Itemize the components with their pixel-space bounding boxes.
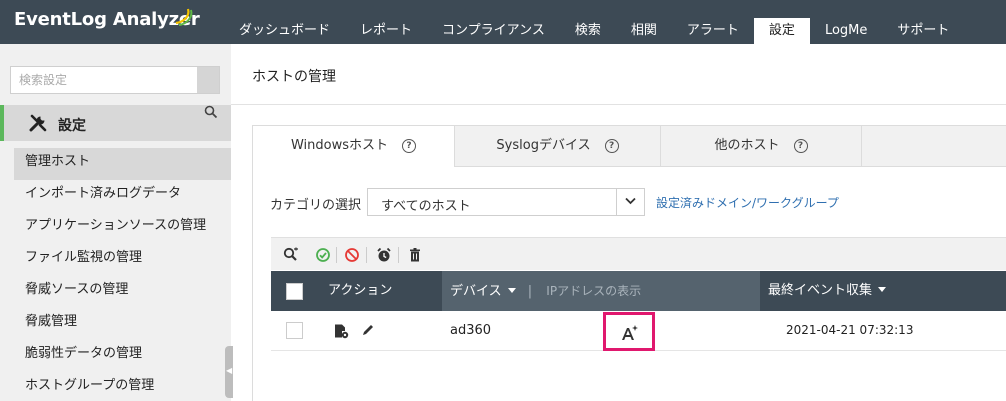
header-device-cell: デバイス | IPアドレスの表示 — [442, 271, 760, 311]
chevron-left-icon: ◀ — [226, 366, 233, 375]
menu-vulnerability-data[interactable]: 脆弱性データの管理 — [14, 340, 231, 372]
menu-app-sources[interactable]: アプリケーションソースの管理 — [14, 212, 231, 244]
toolbar-divider — [336, 247, 337, 263]
nav-reports[interactable]: レポート — [345, 18, 427, 44]
header-device[interactable]: デバイス | IPアドレスの表示 — [450, 271, 641, 311]
category-select-toggle[interactable] — [616, 189, 644, 215]
header-last-event[interactable]: 最終イベント収集 — [768, 271, 887, 311]
help-icon[interactable]: ? — [793, 139, 808, 153]
settings-search-input[interactable] — [11, 67, 197, 93]
table-row: ad360 2021-04-21 07:32:13 — [271, 311, 1006, 351]
category-select-value: すべてのホスト — [381, 199, 471, 214]
menu-imported-logs[interactable]: インポート済みログデータ — [14, 180, 231, 212]
menu-threat-management[interactable]: 脅威管理 — [14, 308, 231, 340]
settings-search-button[interactable] — [197, 67, 219, 93]
nav-compliance[interactable]: コンプライアンス — [427, 18, 560, 44]
enable-icon[interactable] — [315, 247, 331, 263]
config-icon[interactable] — [333, 323, 349, 339]
header-action: アクション — [328, 283, 393, 298]
header-device-label: デバイス — [450, 284, 502, 299]
highlighted-action[interactable] — [603, 312, 655, 351]
search-icon[interactable] — [204, 105, 218, 119]
row-checkbox[interactable] — [286, 322, 303, 339]
logo-swoosh-icon — [175, 8, 193, 26]
search-filter-icon[interactable] — [283, 247, 299, 263]
nav-support[interactable]: サポート — [882, 18, 964, 44]
category-select[interactable]: すべてのホスト — [367, 188, 645, 216]
header-divider: | — [527, 284, 533, 299]
category-label: カテゴリの選択 — [270, 198, 362, 213]
hosts-panel: Windowsホスト? Syslogデバイス? 他のホスト? カテゴリの選択 す… — [252, 125, 1006, 401]
edit-icon[interactable] — [361, 323, 375, 337]
toggle-ip-address[interactable]: IPアドレスの表示 — [546, 284, 641, 298]
host-type-tabs: Windowsホスト? Syslogデバイス? 他のホスト? — [253, 126, 1006, 168]
title-divider — [231, 104, 1006, 105]
help-icon[interactable]: ? — [604, 139, 619, 153]
sidebar-collapse-handle[interactable]: ◀ — [225, 346, 233, 398]
nav-alerts[interactable]: アラート — [672, 18, 754, 44]
toolbar-divider — [398, 247, 399, 263]
top-bar: EventLog Analyzer ダッシュボード レポート コンプライアンス … — [0, 0, 1006, 44]
menu-threat-sources[interactable]: 脅威ソースの管理 — [14, 276, 231, 308]
page-title: ホストの管理 — [252, 69, 336, 85]
font-sparkle-icon — [622, 325, 638, 340]
tab-windows-hosts[interactable]: Windowsホスト? — [253, 126, 454, 168]
nav-logme[interactable]: LogMe — [810, 18, 882, 44]
nav-correlation[interactable]: 相関 — [616, 18, 672, 44]
table-header: アクション デバイス | IPアドレスの表示 最終イベント収集 — [271, 271, 1006, 311]
nav-search[interactable]: 検索 — [560, 18, 616, 44]
tools-icon — [29, 114, 47, 132]
toolbar-divider — [366, 247, 367, 263]
main-nav: ダッシュボード レポート コンプライアンス 検索 相関 アラート 設定 LogM… — [224, 18, 964, 44]
sort-caret-icon — [878, 287, 887, 292]
header-last-event-label: 最終イベント収集 — [768, 283, 873, 298]
cell-last-event: 2021-04-21 07:32:13 — [786, 323, 914, 337]
tab-syslog-devices[interactable]: Syslogデバイス? — [455, 126, 660, 167]
select-all-checkbox[interactable] — [286, 283, 303, 300]
menu-managed-hosts[interactable]: 管理ホスト — [14, 148, 231, 180]
sort-caret-icon — [507, 288, 516, 293]
nav-dashboard[interactable]: ダッシュボード — [224, 18, 345, 44]
nav-settings[interactable]: 設定 — [753, 18, 810, 44]
tab-label: Syslogデバイス — [496, 138, 591, 153]
trash-icon[interactable] — [407, 247, 423, 263]
tab-label: Windowsホスト — [290, 138, 389, 153]
menu-file-monitoring[interactable]: ファイル監視の管理 — [14, 244, 231, 276]
tab-divider — [861, 126, 862, 167]
alarm-icon[interactable] — [376, 247, 392, 263]
settings-menu: 管理ホスト インポート済みログデータ アプリケーションソースの管理 ファイル監視… — [14, 148, 231, 401]
tab-label: 他のホスト — [714, 138, 780, 153]
chevron-down-icon — [625, 197, 636, 205]
sidebar-search-box — [10, 66, 220, 94]
cell-device-name[interactable]: ad360 — [450, 323, 491, 338]
help-icon[interactable]: ? — [402, 139, 417, 153]
sidebar: 設定 管理ホスト インポート済みログデータ アプリケーションソースの管理 ファイ… — [0, 44, 233, 401]
configured-domains-link[interactable]: 設定済みドメイン/ワークグループ — [656, 194, 839, 211]
settings-section-header[interactable]: 設定 — [0, 105, 231, 141]
tab-other-hosts[interactable]: 他のホスト? — [661, 126, 861, 167]
table-toolbar — [271, 237, 1006, 270]
menu-host-groups[interactable]: ホストグループの管理 — [14, 372, 231, 401]
disable-icon[interactable] — [344, 247, 360, 263]
settings-section-label: 設定 — [58, 118, 86, 134]
